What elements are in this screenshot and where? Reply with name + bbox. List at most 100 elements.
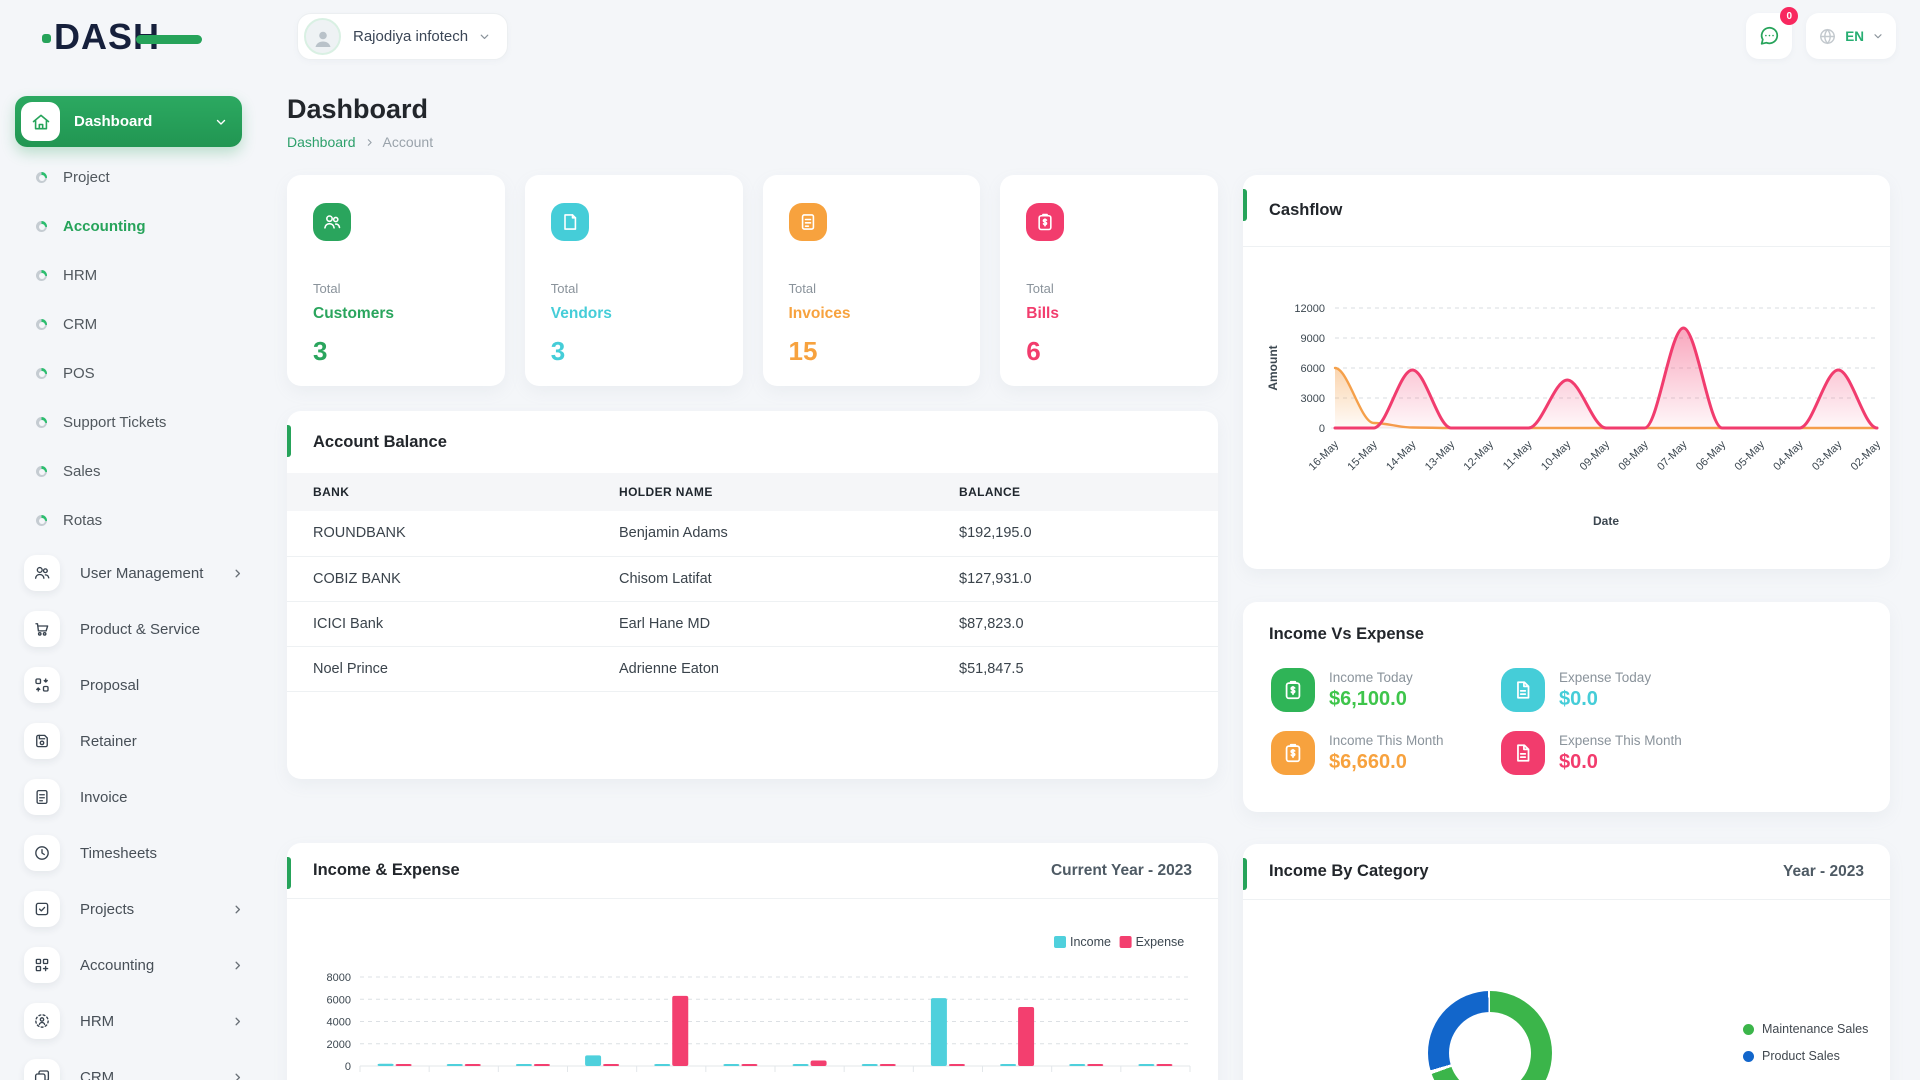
svg-text:10-May: 10-May [1539,438,1574,473]
ive-text: Expense Today$0.0 [1559,670,1651,711]
table-cell: Noel Prince [287,646,593,691]
proposal-icon [33,676,51,694]
chevron-right-icon [231,1015,244,1028]
breadcrumb-dashboard-link[interactable]: Dashboard [287,134,356,150]
ive-icon-tile [1501,668,1545,712]
table-cell: Adrienne Eaton [593,646,933,691]
chevron-down-icon [214,115,228,129]
table-cell: ICICI Bank [287,601,593,646]
sidebar-item-label: User Management [80,565,203,582]
table-cell: COBIZ BANK [287,556,593,601]
card-accent [287,857,291,889]
table-header: BANKHOLDER NAMEBALANCE [287,473,1218,511]
logo-dash-icon [136,35,202,44]
ive-label: Expense This Month [1559,733,1682,748]
sidebar-item-label: Invoice [80,789,128,806]
sidebar-item-dashboard[interactable]: Dashboard [15,96,242,147]
ive-item-expense-this-month: Expense This Month$0.0 [1501,731,1682,775]
sidebar-item-label: Retainer [80,733,137,750]
menu-icon-tile [24,723,60,759]
svg-text:9000: 9000 [1301,333,1325,345]
svg-text:06-May: 06-May [1694,438,1729,473]
svg-text:03-May: 03-May [1810,438,1845,473]
svg-text:02-May: 02-May [1849,438,1884,473]
chevron-down-icon [1872,30,1884,42]
sidebar-item-projects[interactable]: Projects [0,881,270,937]
sidebar-subitem-rotas[interactable]: Rotas [0,496,270,545]
table-cell: Chisom Latifat [593,556,933,601]
menu-icon-tile [24,947,60,983]
svg-text:09-May: 09-May [1578,438,1613,473]
card-title: Income By Category [1269,862,1429,881]
menu-icon-tile [24,1003,60,1039]
sidebar-subitem-label: HRM [63,267,97,284]
svg-text:4000: 4000 [327,1017,351,1029]
income-category-donut [1428,991,1552,1080]
legend-item-product-sales: Product Sales [1743,1045,1868,1067]
sidebar-item-invoice[interactable]: Invoice [0,769,270,825]
bill-icon [1282,742,1304,764]
sidebar-subitem-pos[interactable]: POS [0,349,270,398]
column-header: BANK [287,473,593,511]
sidebar-item-label: Accounting [80,957,154,974]
bullet-icon [36,221,47,232]
file-icon [1512,679,1534,701]
sidebar-item-hrm[interactable]: HRM [0,993,270,1049]
table-row: Noel PrinceAdrienne Eaton$51,847.5 [287,646,1218,691]
chevron-right-icon [231,567,244,580]
svg-text:15-May: 15-May [1345,438,1380,473]
sidebar-subitem-label: Rotas [63,512,102,529]
sidebar-item-retainer[interactable]: Retainer [0,713,270,769]
income-expense-card: Income & Expense Current Year - 2023 020… [287,843,1218,1080]
legend-label: Maintenance Sales [1762,1022,1868,1036]
ive-value: $0.0 [1559,688,1651,711]
logo-dot-icon [42,34,51,43]
cashflow-card: Cashflow 03000600090001200016-May15-May1… [1243,175,1890,569]
stat-card-invoices: TotalInvoices15 [763,175,981,386]
svg-text:0: 0 [1319,423,1325,435]
stat-label: Total [1026,281,1192,296]
sidebar-subitem-project[interactable]: Project [0,153,270,202]
stat-name: Bills [1026,305,1192,323]
sidebar-item-accounting[interactable]: Accounting [0,937,270,993]
company-switcher[interactable]: Rajodiya infotech [297,13,508,60]
breadcrumb-current: Account [383,134,434,150]
income-by-category-card: Income By Category Year - 2023 Maintenan… [1243,844,1890,1080]
users-icon [33,564,51,582]
sidebar-item-product-service[interactable]: Product & Service [0,601,270,657]
sidebar: DASH Dashboard ProjectAccountingHRMCRMPO… [0,0,270,1080]
sidebar-item-label: HRM [80,1013,114,1030]
table-header-row: BANKHOLDER NAMEBALANCE [287,473,1218,511]
column-header: BALANCE [933,473,1218,511]
bullet-icon [36,172,47,183]
person-dashed-icon [33,1012,51,1030]
app-logo[interactable]: DASH [54,16,204,60]
bullet-icon [36,515,47,526]
menu-icon-tile [24,779,60,815]
table-cell: $127,931.0 [933,556,1218,601]
sidebar-item-user-management[interactable]: User Management [0,545,270,601]
topbar-actions: 0 EN [1746,13,1896,59]
svg-text:8000: 8000 [327,972,351,984]
file-icon [1512,742,1534,764]
sidebar-item-timesheets[interactable]: Timesheets [0,825,270,881]
messages-button[interactable]: 0 [1746,13,1792,59]
account-balance-card: Account Balance BANKHOLDER NAMEBALANCERO… [287,411,1218,779]
bullet-icon [36,270,47,281]
sidebar-subitem-crm[interactable]: CRM [0,300,270,349]
ive-text: Expense This Month$0.0 [1559,733,1682,774]
sidebar-item-proposal[interactable]: Proposal [0,657,270,713]
svg-text:0: 0 [345,1061,351,1073]
sidebar-subitem-hrm[interactable]: HRM [0,251,270,300]
ive-text: Income Today$6,100.0 [1329,670,1413,711]
sidebar-item-label: Proposal [80,677,139,694]
stat-cards-row: TotalCustomers3TotalVendors3TotalInvoice… [287,175,1218,386]
sidebar-subitem-sales[interactable]: Sales [0,447,270,496]
sidebar-item-crm[interactable]: CRM [0,1049,270,1080]
menu-icon-tile [24,611,60,647]
language-selector[interactable]: EN [1806,13,1896,59]
sidebar-subitem-accounting[interactable]: Accounting [0,202,270,251]
table-cell: Benjamin Adams [593,511,933,556]
svg-text:11-May: 11-May [1501,438,1535,472]
sidebar-subitem-support-tickets[interactable]: Support Tickets [0,398,270,447]
